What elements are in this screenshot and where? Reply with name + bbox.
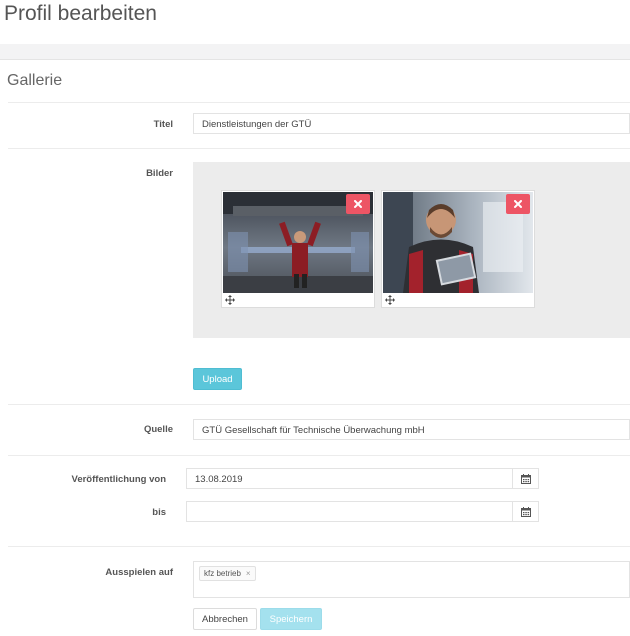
date-to-input[interactable] [186, 501, 513, 522]
divider [8, 404, 630, 405]
close-icon [514, 200, 522, 208]
cancel-button[interactable]: Abbrechen [193, 608, 257, 630]
quelle-label: Quelle [143, 424, 173, 435]
veroeffentlichung-von-label: Veröffentlichung von [71, 474, 166, 485]
titel-input[interactable]: Dienstleistungen der GTÜ [193, 113, 630, 134]
divider [8, 455, 630, 456]
bis-label: bis [152, 507, 166, 518]
move-icon[interactable] [225, 295, 235, 305]
section-title: Gallerie [7, 72, 63, 89]
delete-image-button[interactable] [346, 194, 370, 214]
divider [8, 546, 630, 547]
titel-label: Titel [153, 119, 173, 130]
divider [8, 148, 630, 149]
move-icon[interactable] [385, 295, 395, 305]
ausspielen-tag-input[interactable]: kfz betrieb × [193, 561, 630, 598]
calendar-icon [520, 473, 531, 484]
page-title: Profil bearbeiten [4, 2, 157, 25]
calendar-icon [520, 506, 531, 517]
tag-label: kfz betrieb [204, 569, 241, 578]
close-icon [354, 200, 362, 208]
tag-remove-icon[interactable]: × [246, 569, 251, 578]
bilder-label: Bilder [146, 168, 173, 179]
header-divider-band [0, 44, 630, 60]
upload-button[interactable]: Upload [193, 368, 242, 390]
date-from-calendar-button[interactable] [513, 468, 539, 489]
date-from-input[interactable]: 13.08.2019 [186, 468, 513, 489]
quelle-input[interactable]: GTÜ Gesellschaft für Technische Überwach… [193, 419, 630, 440]
delete-image-button[interactable] [506, 194, 530, 214]
save-button[interactable]: Speichern [260, 608, 322, 630]
gallery-image-1[interactable] [221, 190, 375, 308]
gallery-image-2[interactable] [381, 190, 535, 308]
tag-item: kfz betrieb × [199, 566, 256, 581]
ausspielen-label: Ausspielen auf [105, 567, 173, 578]
divider [8, 102, 630, 103]
date-to-calendar-button[interactable] [513, 501, 539, 522]
image-gallery-dropzone[interactable] [193, 162, 630, 338]
